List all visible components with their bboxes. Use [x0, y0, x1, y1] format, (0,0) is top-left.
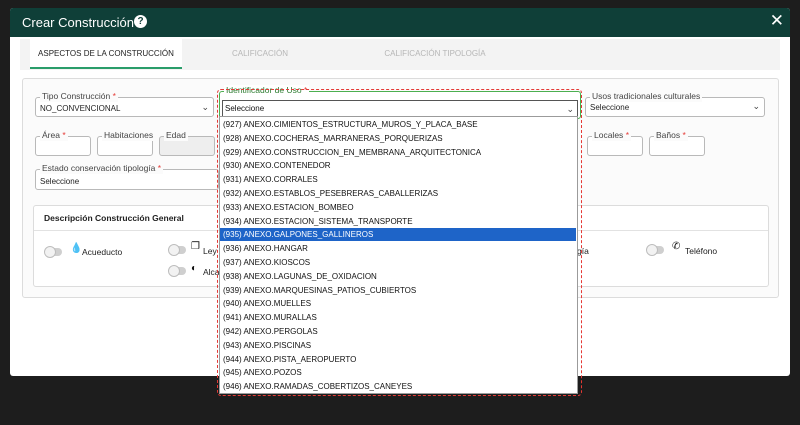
locales-label: Locales: [594, 130, 624, 140]
required-mark: *: [157, 163, 162, 173]
estado-conservacion-select[interactable]: Estado conservación tipología * Seleccio…: [35, 163, 219, 190]
contrast-icon: ◐: [191, 263, 198, 274]
energia-label: gía: [577, 246, 589, 256]
required-mark: *: [62, 130, 66, 140]
identificador-uso-value: Seleccione: [225, 104, 265, 113]
dropdown-option[interactable]: (942) ANEXO.PERGOLAS: [220, 325, 576, 338]
usos-tradicionales-select[interactable]: Usos tradicionales culturales Seleccione…: [585, 91, 765, 117]
tab-bar: ASPECTOS DE LA CONSTRUCCIÓN CALIFICACIÓN…: [20, 39, 780, 70]
help-icon[interactable]: ?: [134, 15, 147, 28]
edad-input: Edad: [159, 130, 215, 156]
banos-label: Baños: [656, 130, 681, 140]
required-mark: *: [303, 85, 308, 95]
dropdown-option[interactable]: (941) ANEXO.MURALLAS: [220, 311, 576, 324]
acueducto-label: Acueducto: [82, 247, 123, 257]
acueducto-toggle[interactable]: [44, 246, 62, 258]
identificador-uso-options: (927) ANEXO.CIMIENTOS_ESTRUCTURA_MUROS_Y…: [219, 116, 578, 394]
identificador-uso-field[interactable]: Identificador de Uso * Seleccione ⌄: [219, 85, 581, 119]
identificador-uso-label: Identificador de Uso: [226, 85, 302, 95]
toggle-knob: [168, 265, 180, 277]
dropdown-option[interactable]: (930) ANEXO.CONTENEDOR: [220, 159, 576, 172]
telefono-label: Teléfono: [685, 246, 718, 256]
dropdown-option[interactable]: (932) ANEXO.ESTABLOS_PESEBRERAS_CABALLER…: [220, 187, 576, 200]
habitaciones-input[interactable]: Habitaciones: [97, 130, 156, 156]
dropdown-option[interactable]: (943) ANEXO.PISCINAS: [220, 339, 576, 352]
dropdown-option[interactable]: (928) ANEXO.COCHERAS_MARRANERAS_PORQUERI…: [220, 132, 576, 145]
toggle-knob: [168, 244, 180, 256]
estado-conservacion-value: Seleccione: [40, 177, 80, 186]
dropdown-option[interactable]: (937) ANEXO.KIOSCOS: [220, 256, 576, 269]
usos-tradicionales-value: Seleccione: [590, 103, 630, 112]
copy-icon: ❐: [191, 241, 200, 252]
dropdown-option[interactable]: (938) ANEXO.LAGUNAS_DE_OXIDACION: [220, 270, 576, 283]
locales-input[interactable]: Locales *: [587, 130, 643, 156]
tab-calificacion-tipologia[interactable]: CALIFICACIÓN TIPOLOGÍA: [335, 39, 535, 69]
toggle-knob: [646, 244, 658, 256]
habitaciones-label: Habitaciones: [102, 130, 156, 141]
close-icon[interactable]: ✕: [770, 12, 784, 29]
dropdown-option[interactable]: (939) ANEXO.MARQUESINAS_PATIOS_CUBIERTOS: [220, 284, 576, 297]
chevron-down-icon: ⌄: [201, 102, 209, 112]
chevron-down-icon: ⌄: [566, 104, 574, 114]
dropdown-option[interactable]: (931) ANEXO.CORRALES: [220, 173, 576, 186]
identificador-uso-select[interactable]: Seleccione ⌄: [222, 100, 578, 117]
edad-label: Edad: [164, 130, 188, 141]
descripcion-general-title: Descripción Construcción General: [44, 213, 184, 223]
dropdown-option[interactable]: (934) ANEXO.ESTACION_SISTEMA_TRANSPORTE: [220, 215, 576, 228]
estado-conservacion-label: Estado conservación tipología: [42, 163, 156, 173]
toggle-knob: [44, 246, 56, 258]
dropdown-option[interactable]: (944) ANEXO.PISTA_AEROPUERTO: [220, 353, 576, 366]
tab-aspectos-construccion[interactable]: ASPECTOS DE LA CONSTRUCCIÓN: [30, 39, 182, 69]
dropdown-option[interactable]: (946) ANEXO.RAMADAS_COBERTIZOS_CANEYES: [220, 380, 576, 393]
ley-toggle[interactable]: [168, 244, 186, 256]
area-input[interactable]: Área *: [35, 130, 91, 156]
alcantarillado-toggle[interactable]: [168, 265, 186, 277]
required-mark: *: [625, 130, 629, 140]
dropdown-option[interactable]: (940) ANEXO.MUELLES: [220, 297, 576, 310]
modal-title: Crear Construcción: [22, 15, 134, 30]
chevron-down-icon: ⌄: [752, 101, 760, 111]
dropdown-option[interactable]: (935) ANEXO.GALPONES_GALLINEROS: [220, 228, 576, 242]
telefono-toggle[interactable]: [646, 244, 664, 256]
tipo-construccion-select[interactable]: Tipo Construcción * NO_CONVENCIONAL ⌄: [35, 91, 214, 117]
dropdown-option[interactable]: (927) ANEXO.CIMIENTOS_ESTRUCTURA_MUROS_Y…: [220, 118, 576, 131]
required-mark: *: [112, 91, 116, 101]
banos-input[interactable]: Baños *: [649, 130, 705, 156]
tipo-construccion-label: Tipo Construcción: [42, 91, 111, 101]
tab-calificacion[interactable]: CALIFICACIÓN: [185, 39, 335, 69]
phone-icon: ✆: [672, 241, 681, 252]
dropdown-option[interactable]: (929) ANEXO.CONSTRUCCION_EN_MEMBRANA_ARQ…: [220, 146, 576, 159]
dropdown-option[interactable]: (933) ANEXO.ESTACION_BOMBEO: [220, 201, 576, 214]
usos-tradicionales-label: Usos tradicionales culturales: [590, 91, 703, 102]
tipo-construccion-value: NO_CONVENCIONAL: [40, 104, 121, 113]
area-label: Área: [42, 130, 60, 140]
required-mark: *: [682, 130, 686, 140]
dropdown-option[interactable]: (945) ANEXO.POZOS: [220, 366, 576, 379]
modal-header: Crear Construcción ? ✕: [10, 8, 790, 37]
dropdown-option[interactable]: (936) ANEXO.HANGAR: [220, 242, 576, 255]
water-drop-icon: 💧: [70, 243, 83, 254]
